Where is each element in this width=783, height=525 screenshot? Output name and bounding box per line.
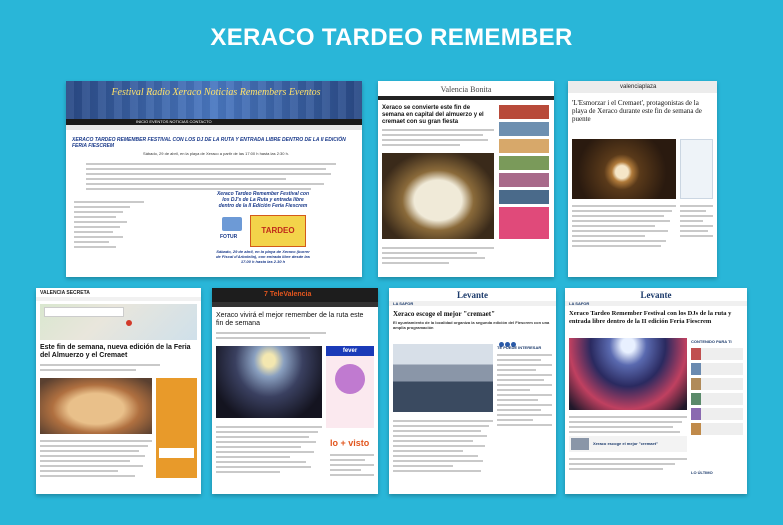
screenshot-card-valenciaplaza[interactable]: valenciaplaza 'L'Esmorzar i el Cremaet',… [568,81,717,277]
event-poster: Xeraco Tardeo Remember Festival con los … [214,191,312,275]
aside-list [497,354,552,429]
logo: valenciaplaza [620,84,657,90]
logo: VALENCIA SECRETA [40,290,90,296]
sponsor-logo: FOTUR [220,234,238,240]
body-text [40,440,152,480]
food-photo [382,153,494,239]
intro-text [40,364,160,374]
aside-list [691,348,743,438]
section-label: LA SAFOR [393,301,414,306]
more-text [569,458,687,473]
side-ad [680,139,713,199]
aside-title: TE PUEDE INTERESAR [497,345,542,350]
body-text [572,205,676,250]
ad-logo: fever [326,346,374,356]
logo: 7 TeleValencia [264,291,312,298]
coffee-photo [572,139,676,199]
headline: Xeraco se convierte este fin de semana e… [382,105,484,125]
screenshot-card-levante-cremaet[interactable]: Levante LA SAFOR Xeraco escoge el mejor … [389,288,556,494]
contact-text [74,201,144,251]
intro-text [382,129,494,149]
body-text [569,416,687,436]
screenshot-card-valencia-bonita[interactable]: Valencia Bonita Xeraco se convierte este… [378,81,554,277]
fever-ad: fever [326,346,374,428]
subheadline: El ayuntamiento de la localidad organiza… [393,320,550,330]
logo: Levante [640,290,672,300]
latest-label: LO ÚLTIMO [691,470,713,475]
headline: Xeraco escoge el mejor "cremaet" [393,310,495,318]
intro-text [216,332,326,342]
headline: Xeraco Tardeo Remember Festival con los … [569,310,732,325]
related-title: Xeraco escoge el mejor "cremaet" [593,441,658,446]
map-embed [40,304,197,340]
screenshot-card-levante-tardeo[interactable]: Levante LA SAFOR Xeraco Tardeo Remember … [565,288,747,494]
header-bar: 7 TeleValencia [212,288,378,302]
pastry-photo [40,378,152,434]
side-ad [156,378,197,478]
article-text [86,163,336,193]
sidebar [499,105,549,239]
screenshot-card-eventos[interactable]: Festival Radio Xeraco Noticias Remembers… [66,81,362,277]
headline: Este fin de semana, nueva edición de la … [40,344,191,359]
most-viewed: lo + visto [330,438,370,448]
presentation-photo [393,344,493,412]
sidebar-list [330,454,374,479]
body-text [382,247,494,267]
headline: 'L'Esmorzar i el Cremaet', protagonistas… [572,99,702,123]
party-photo [216,346,322,418]
headline: Xeraco vivirá el mejor remember de la ru… [216,312,364,327]
sidebar-links [680,205,713,240]
banner: Festival Radio Xeraco Noticias Remembers… [66,81,362,119]
screenshot-card-televalencia[interactable]: 7 TeleValencia Xeraco vivirá el mejor re… [212,288,378,494]
body-text [216,426,322,476]
poster-badge: TARDEO [261,226,295,235]
logo: Levante [457,290,488,300]
headline: XERACO TARDEO REMEMBER FESTIVAL CON LOS … [72,137,346,149]
banner-text: Festival Radio Xeraco Noticias Remembers… [111,87,321,98]
logo: Valencia Bonita [440,85,492,94]
subline: Sábado, 29 de abril, en la playa de Xera… [143,151,289,156]
poster-title: Xeraco Tardeo Remember Festival con los … [216,191,310,209]
body-text [393,420,493,475]
poster-footer: Sábado, 29 de abril, en la playa de Xera… [216,249,310,264]
section-label: LA SAFOR [569,301,590,306]
aside-title: CONTENIDO PARA TI [691,339,732,344]
concert-photo [569,338,687,410]
related-article[interactable]: Xeraco escoge el mejor "cremaet" [569,436,687,452]
screenshot-card-valencia-secreta[interactable]: VALENCIA SECRETA Este fin de semana, nue… [36,288,201,494]
page-title: XERACO TARDEO REMEMBER [210,24,573,51]
